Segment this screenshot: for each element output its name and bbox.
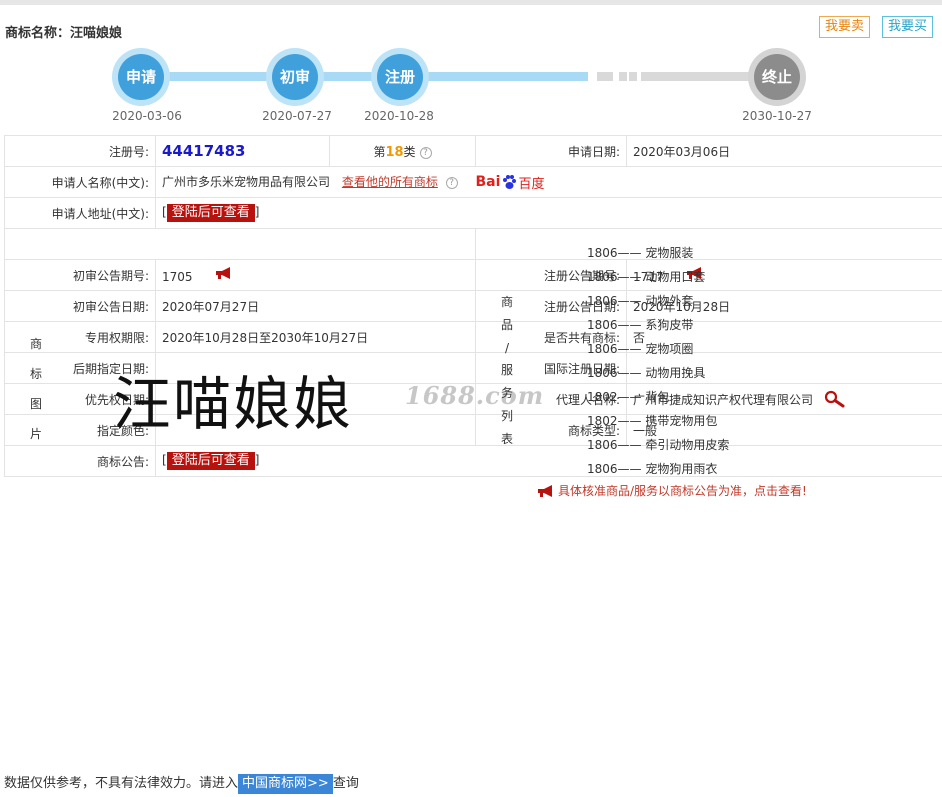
- apply-date-label: 申请日期:: [475, 135, 627, 167]
- top-border: [0, 0, 942, 5]
- class-cell: 第18类?: [329, 135, 476, 167]
- reg-no: 44417483: [162, 142, 246, 160]
- view-all-trademarks-link[interactable]: 查看他的所有商标: [342, 175, 438, 189]
- applicant-label: 申请人名称(中文):: [4, 166, 156, 198]
- table-row: 商标公告: [登陆后可查看]: [4, 445, 942, 477]
- applicant-name: 广州市多乐米宠物用品有限公司: [162, 174, 331, 189]
- table-row: 初审公告期号: 1705 注册公告期号: 1717: [4, 259, 942, 291]
- class-suffix: 类: [403, 144, 416, 159]
- buy-button[interactable]: 我要买: [882, 16, 934, 38]
- footer-text: 查询: [332, 776, 359, 791]
- prelim-no: 1705: [162, 269, 193, 284]
- list-item: 1806—— 宠物服装: [587, 246, 694, 260]
- list-item: 1806—— 宠物狗用雨衣: [587, 462, 718, 476]
- timeline-dash: [629, 72, 637, 81]
- help-icon[interactable]: ?: [445, 176, 458, 189]
- bracket: ]: [254, 453, 260, 467]
- timeline-progress-bar: [140, 72, 588, 81]
- list-item: 1806—— 系狗皮带: [587, 318, 694, 332]
- cn-trademark-link[interactable]: 中国商标网>>: [238, 774, 333, 794]
- notice-label: 商标公告:: [4, 445, 156, 477]
- login-to-view-button[interactable]: 登陆后可查看: [166, 204, 255, 222]
- page-title: 商标名称：汪喵娘娘: [5, 26, 123, 41]
- timeline-step-apply: 申请: [112, 48, 170, 106]
- timeline-date: 2020-07-27: [262, 109, 332, 123]
- table-row: 商 标 图 片 汪喵娘娘 1688.com 商 品 / 服 务 列 表 1806…: [4, 228, 942, 498]
- watermark: 1688.com: [405, 381, 545, 410]
- table-row: 申请人地址(中文): [登陆后可查看]: [4, 197, 942, 229]
- address-label: 申请人地址(中文):: [4, 197, 156, 229]
- megaphone-icon: [538, 485, 552, 497]
- timeline-date: 2030-10-27: [742, 109, 812, 123]
- prelim-date-label: 初审公告日期:: [4, 290, 156, 322]
- trademark-info-table: 注册号: 44417483 第18类? 申请日期: 2020年03月06日 申请…: [4, 135, 942, 498]
- timeline-date: 2020-03-06: [112, 109, 182, 123]
- list-item: 1806—— 牵引动物用皮索: [587, 438, 730, 452]
- class-number: 18: [385, 144, 404, 160]
- baidu-paw-icon: [503, 175, 517, 189]
- timeline-date: 2020-10-28: [364, 109, 434, 123]
- table-row: 注册号: 44417483 第18类? 申请日期: 2020年03月06日: [4, 135, 942, 167]
- list-item: 1806—— 动物外套: [587, 294, 694, 308]
- footer-text: 数据仅供参考，不具有法律效力。请进入: [4, 776, 239, 791]
- address-cell: [登陆后可查看]: [155, 197, 942, 229]
- table-row: 初审公告日期: 2020年07月27日 注册公告日期: 2020年10月28日: [4, 290, 942, 322]
- timeline-step-register: 注册: [371, 48, 429, 106]
- timeline-step-expire: 终止: [748, 48, 806, 106]
- table-row: 专用权期限: 2020年10月28日至2030年10月27日 是否共有商标: 否: [4, 321, 942, 353]
- exclusive-label: 专用权期限:: [4, 321, 156, 353]
- reg-no-label: 注册号:: [4, 135, 156, 167]
- trademark-image-cell: 商 标 图 片 汪喵娘娘 1688.com: [4, 228, 543, 441]
- reg-no-value: 44417483: [155, 135, 330, 167]
- list-item: 1806—— 动物用挽具: [587, 366, 706, 380]
- goods-note-link[interactable]: 具体核准商品/服务以商标公告为准，点击查看!: [536, 482, 807, 499]
- goods-list: 1806—— 宠物服装 1806—— 动物用口套 1806—— 动物外套 180…: [587, 241, 729, 481]
- login-to-view-button[interactable]: 登陆后可查看: [166, 452, 255, 470]
- apply-date-value: 2020年03月06日: [626, 135, 942, 167]
- prelim-no-label: 初审公告期号:: [4, 259, 156, 291]
- timeline-step-prelim: 初审: [266, 48, 324, 106]
- sell-button[interactable]: 我要卖: [819, 16, 871, 38]
- list-item: 1802—— 背包: [587, 390, 670, 404]
- goods-services-cell: 商 品 / 服 务 列 表 1806—— 宠物服装 1806—— 动物用口套 1…: [475, 228, 942, 498]
- trademark-image: 汪喵娘娘: [113, 370, 354, 438]
- search-icon[interactable]: [823, 390, 845, 408]
- list-item: 1802—— 携带宠物用包: [587, 414, 718, 428]
- help-icon[interactable]: ?: [419, 146, 432, 159]
- timeline-dash: [597, 72, 613, 81]
- trademark-image-label: 商 标 图 片: [29, 337, 42, 441]
- list-item: 1806—— 宠物项圈: [587, 342, 694, 356]
- goods-services-label: 商 品 / 服 务 列 表: [500, 295, 513, 446]
- class-prefix: 第: [373, 144, 386, 159]
- bracket: ]: [254, 205, 260, 219]
- table-row: 申请人名称(中文): 广州市多乐米宠物用品有限公司 查看他的所有商标 ? Bai…: [4, 166, 942, 198]
- baidu-logo-text: Bai: [475, 174, 501, 190]
- megaphone-icon[interactable]: [214, 266, 234, 279]
- baidu-logo-text: 百度: [518, 176, 545, 192]
- timeline-dash: [619, 72, 627, 81]
- list-item: 1806—— 动物用口套: [587, 270, 706, 284]
- applicant-cell: 广州市多乐米宠物用品有限公司 查看他的所有商标 ? Bai 百度: [155, 166, 942, 198]
- baidu-search-button[interactable]: Bai 百度: [476, 173, 545, 192]
- prelim-date: 2020年07月27日: [155, 290, 476, 322]
- notice-cell: [登陆后可查看]: [155, 445, 942, 477]
- prelim-no-cell: 1705: [155, 259, 476, 291]
- footer-disclaimer: 数据仅供参考，不具有法律效力。请进入 中国商标网>> 查询: [4, 774, 359, 794]
- exclusive-period: 2020年10月28日至2030年10月27日: [155, 321, 476, 353]
